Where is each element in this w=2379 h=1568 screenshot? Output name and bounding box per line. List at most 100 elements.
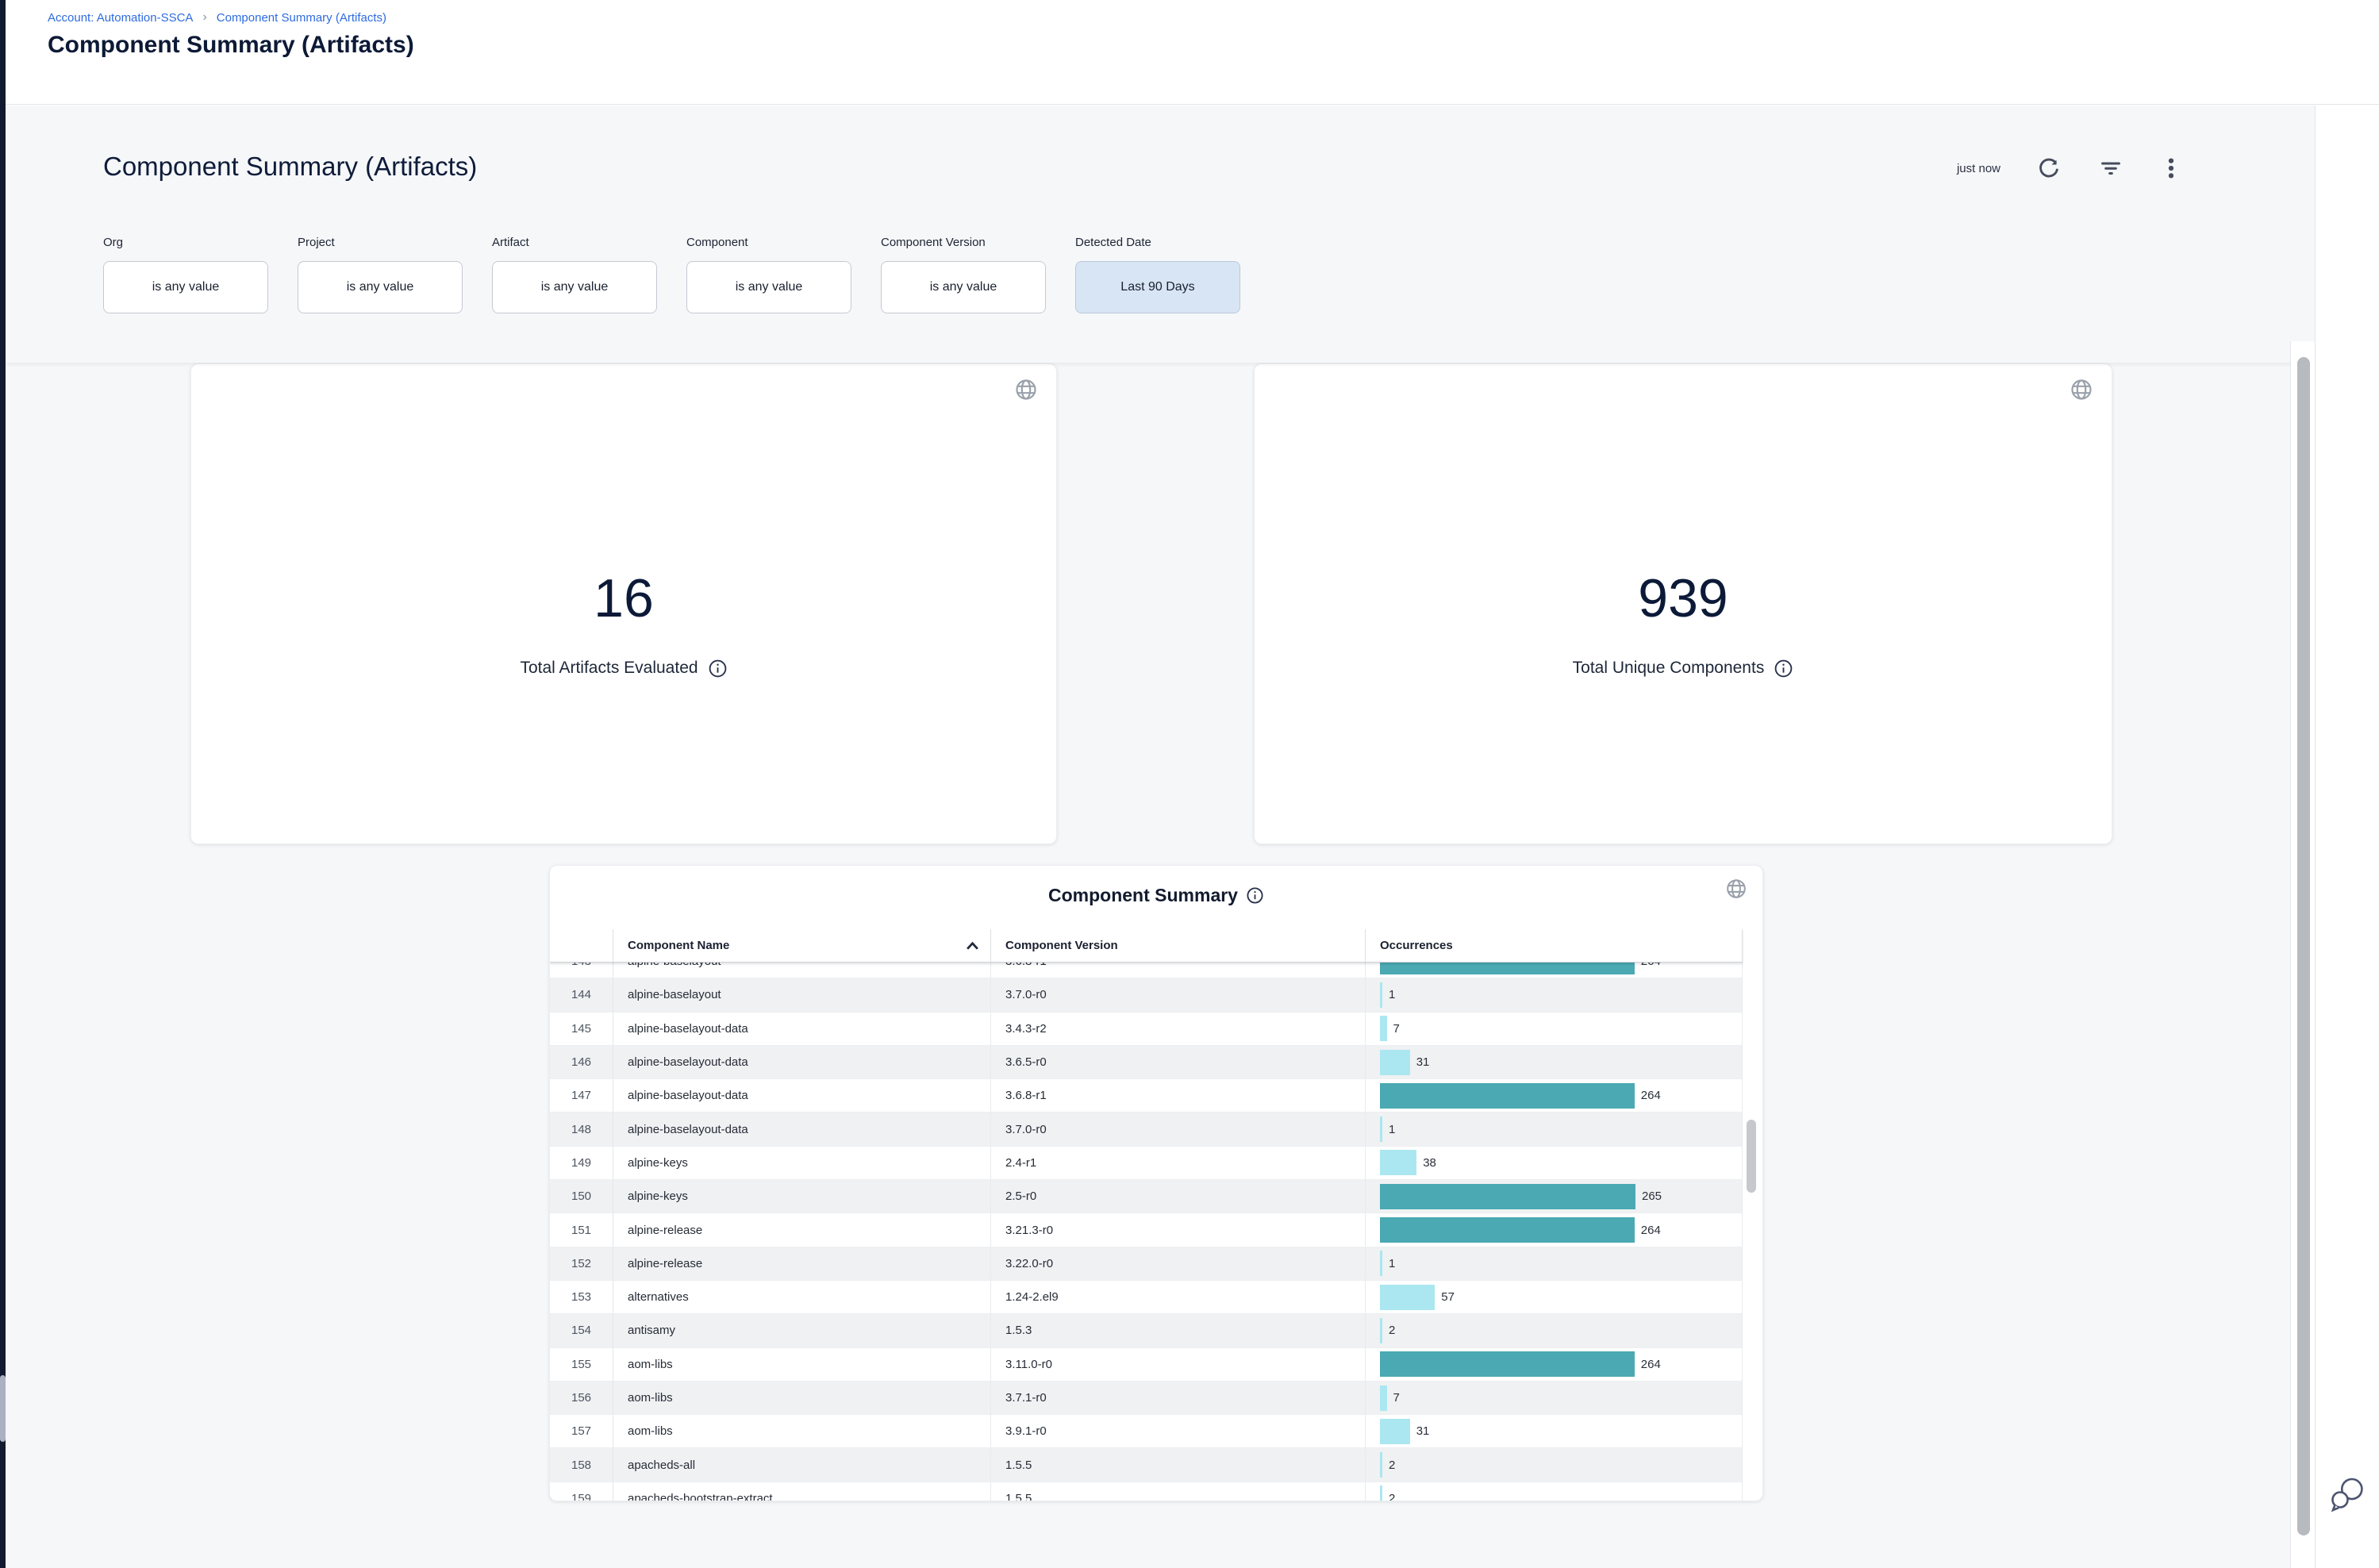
table-row: 156aom-libs3.7.1-r07 [550,1382,1743,1415]
table-row: 146alpine-baselayout-data3.6.5-r031 [550,1046,1743,1079]
occurrence-value: 264 [1641,1089,1661,1102]
occurrence-bar [1380,963,1635,974]
info-icon[interactable] [708,659,728,678]
cell-component-version: 3.11.0-r0 [991,1348,1366,1381]
table-row: 149alpine-keys2.4-r138 [550,1147,1743,1180]
occurrence-bar [1380,1217,1635,1243]
cell-component-name: alpine-keys [613,1180,991,1213]
cell-component-name: alpine-release [613,1213,991,1246]
occurrence-value: 1 [1389,1123,1395,1136]
refresh-button[interactable] [2035,155,2062,182]
occurrence-value: 1 [1389,1257,1395,1270]
column-header-component-version[interactable]: Component Version [991,929,1366,962]
table-scrollbar-thumb[interactable] [1747,1120,1756,1193]
table-header-row: Component Name Component Version Occurre… [550,929,1743,963]
occurrence-bar [1380,1318,1382,1343]
cell-occurrences: 1 [1366,978,1743,1011]
occurrence-bar [1380,1116,1382,1142]
help-chat-button[interactable] [2325,1471,2369,1516]
metric-label-row: Total Unique Components [1573,659,1794,678]
filter-value-chip[interactable]: Last 90 Days [1075,261,1240,313]
occurrence-bar [1380,1184,1635,1209]
info-icon[interactable] [1774,659,1793,678]
kebab-menu-icon [2161,156,2181,180]
info-icon[interactable] [1246,886,1264,905]
occurrence-bar [1380,1452,1382,1478]
cell-component-version: 1.5.5 [991,1448,1366,1481]
toolbar-actions: just now [1957,155,2183,182]
cell-component-name: antisamy [613,1314,991,1347]
filter-icon [2099,156,2123,180]
cell-occurrences: 38 [1366,1147,1743,1179]
cell-component-name: aom-libs [613,1348,991,1381]
table-row: 147alpine-baselayout-data3.6.8-r1264 [550,1079,1743,1113]
table-row: 151alpine-release3.21.3-r0264 [550,1213,1743,1247]
cell-component-name: aom-libs [613,1382,991,1414]
cell-component-version: 3.6.5-r0 [991,1046,1366,1078]
page-title: Component Summary (Artifacts) [48,32,414,59]
occurrence-value: 38 [1423,1156,1436,1170]
table-row: 143alpine-baselayout3.6.8-r1264 [550,963,1743,978]
occurrence-value: 7 [1393,1022,1400,1036]
cell-occurrences: 1 [1366,1247,1743,1280]
cell-component-version: 3.7.0-r0 [991,978,1366,1011]
cell-component-name: alpine-baselayout-data [613,1013,991,1045]
table-body: 143alpine-baselayout3.6.8-r1264144alpine… [550,963,1743,1501]
filter-bar: Orgis any valueProjectis any valueArtifa… [103,236,1240,313]
cell-row-index: 156 [550,1382,613,1414]
breadcrumb-separator-icon: › [202,10,206,25]
refresh-icon [2037,156,2061,180]
cell-component-version: 3.21.3-r0 [991,1213,1366,1246]
breadcrumb-account-link[interactable]: Account: Automation-SSCA [48,11,193,25]
cell-component-version: 3.7.0-r0 [991,1113,1366,1145]
cell-component-name: alpine-baselayout-data [613,1046,991,1078]
cell-occurrences: 264 [1366,963,1743,978]
page-scrollbar-track[interactable] [2290,341,2316,1568]
occurrence-bar [1380,1285,1435,1310]
column-header-occurrences[interactable]: Occurrences [1366,929,1743,962]
cell-component-name: aom-libs [613,1415,991,1447]
filter-component: Componentis any value [686,236,851,313]
table-title: Component Summary [1048,885,1238,906]
breadcrumb-current-link[interactable]: Component Summary (Artifacts) [217,11,386,25]
filter-value-chip[interactable]: is any value [298,261,463,313]
occurrence-bar [1380,1251,1382,1276]
cell-component-name: alpine-release [613,1247,991,1280]
dashboard-heading: Component Summary (Artifacts) [103,152,477,182]
cell-component-version: 3.6.8-r1 [991,963,1366,978]
nav-rail-scroll-thumb[interactable] [0,1375,6,1442]
occurrence-bar [1380,1485,1382,1501]
occurrence-value: 264 [1641,1358,1661,1371]
page-scrollbar-thumb[interactable] [2297,357,2310,1535]
cell-component-name: apacheds-bootstrap-extract [613,1482,991,1501]
filter-button[interactable] [2097,155,2124,182]
cell-component-version: 2.4-r1 [991,1147,1366,1179]
chat-bubbles-icon [2325,1471,2369,1516]
cell-row-index: 154 [550,1314,613,1347]
table-row: 152alpine-release3.22.0-r01 [550,1247,1743,1281]
metric-card-total-artifacts: 16 Total Artifacts Evaluated [190,363,1057,844]
filter-value-chip[interactable]: is any value [492,261,657,313]
cell-component-version: 3.7.1-r0 [991,1382,1366,1414]
filter-value-chip[interactable]: is any value [103,261,268,313]
cell-occurrences: 265 [1366,1180,1743,1213]
cell-component-version: 3.4.3-r2 [991,1013,1366,1045]
table-row: 145alpine-baselayout-data3.4.3-r27 [550,1013,1743,1046]
occurrence-bar [1380,1050,1410,1075]
sort-ascending-icon[interactable] [966,941,979,951]
occurrence-value: 31 [1416,1055,1430,1069]
collapsed-nav-rail[interactable] [0,0,6,1568]
table-row: 154antisamy1.5.32 [550,1314,1743,1347]
component-summary-table-card: Component Summary Component Name Compone… [549,865,1763,1501]
column-header-component-name[interactable]: Component Name [613,929,991,962]
occurrence-value: 2 [1389,1324,1395,1337]
cell-occurrences: 2 [1366,1314,1743,1347]
filter-value-chip[interactable]: is any value [686,261,851,313]
cell-row-index: 159 [550,1482,613,1501]
filter-value-chip[interactable]: is any value [881,261,1046,313]
filter-label: Artifact [492,236,657,249]
more-options-button[interactable] [2159,155,2183,182]
filter-detected-date: Detected DateLast 90 Days [1075,236,1240,313]
occurrence-value: 31 [1416,1424,1430,1438]
cell-row-index: 149 [550,1147,613,1179]
